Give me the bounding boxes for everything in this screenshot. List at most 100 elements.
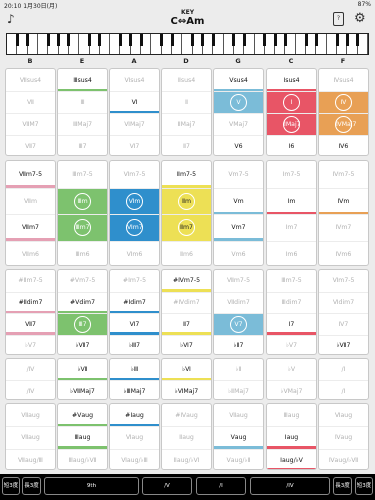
chord-button[interactable]: #Ⅰdim7 [110, 291, 159, 313]
chord-button[interactable]: Ⅴ7 [214, 313, 263, 335]
chord-button[interactable]: Ⅶ [6, 91, 55, 113]
piano-black-key[interactable] [263, 34, 267, 46]
chord-button[interactable]: Ⅱ [162, 91, 211, 113]
chord-button[interactable]: Vm6 [214, 240, 263, 266]
chord-cell-secondary[interactable]: #Ⅰm7-5 #Ⅰdim7 Ⅵ7 ♭Ⅲ7 [109, 269, 160, 355]
chord-button[interactable]: ♭Ⅴ7 [6, 334, 55, 355]
chord-button[interactable]: Ⅶaug [6, 404, 55, 426]
chord-button[interactable]: ⅠMaj7 [267, 113, 316, 135]
chord-button[interactable]: #Ⅴdim7 [58, 291, 107, 313]
piano-black-key[interactable] [67, 34, 71, 46]
chord-cell-minor[interactable]: Ⅳm7-5 Ⅳm Ⅳm7 Ⅳm6 [318, 160, 369, 266]
chord-cell-secondary[interactable]: Ⅶm7-5 Ⅶdim7 Ⅴ7 ♭Ⅱ7 [213, 269, 264, 355]
chord-button[interactable]: V [214, 91, 263, 113]
chord-button[interactable]: Ⅵ7 [110, 135, 159, 155]
chord-button[interactable]: ⅦM7 [6, 113, 55, 135]
chord-button[interactable]: Ⅰm [267, 187, 316, 214]
piano-black-key[interactable] [26, 34, 30, 46]
chord-button[interactable]: #Ⅳdim7 [162, 291, 211, 314]
chord-button[interactable]: #Ⅳm7-5 [162, 270, 211, 292]
chord-button[interactable]: Ⅰ [267, 91, 316, 113]
bottom-button[interactable]: 短3度 [355, 477, 373, 495]
chord-cell-borrowed[interactable]: ♭Ⅲ ♭ⅢMaj7 [109, 358, 160, 400]
chord-button[interactable]: Ⅳaug [319, 426, 368, 448]
chord-button[interactable]: ♭Ⅶ7 [58, 334, 107, 354]
piano-keyboard[interactable] [6, 33, 369, 55]
piano-black-key[interactable] [170, 34, 174, 46]
chord-button[interactable]: Ⅶ7 [6, 135, 55, 155]
chord-button[interactable]: Vm7-5 [214, 161, 263, 188]
bottom-button[interactable]: /IV [250, 477, 330, 495]
chord-button[interactable]: ♭ⅥMaj7 [162, 380, 211, 399]
chord-button[interactable]: Ⅵdim7 [319, 291, 368, 314]
chord-button[interactable]: Ⅲaug [267, 404, 316, 426]
chord-button[interactable]: Ⅰm6 [267, 240, 316, 266]
bottom-button[interactable]: 長3度 [22, 477, 41, 495]
chord-button[interactable]: Ⅶaug [214, 404, 263, 426]
chord-button[interactable]: VMaj7 [214, 113, 263, 135]
chord-cell-diatonic-major[interactable]: Ⅲsus4 Ⅲ ⅢMaj7 Ⅲ7 [57, 68, 108, 156]
chord-button[interactable]: ♭ⅢMaj7 [110, 380, 159, 399]
chord-button[interactable]: Ⅱm7 [162, 214, 211, 241]
chord-button[interactable]: Ⅱsus4 [162, 69, 211, 91]
piano-black-key[interactable] [273, 34, 277, 46]
chord-cell-borrowed[interactable]: /Ⅰ/Ⅰ [318, 358, 369, 400]
chord-button[interactable]: ♭Ⅶ [58, 359, 107, 380]
piano-black-key[interactable] [232, 34, 236, 46]
piano-black-key[interactable] [335, 34, 339, 46]
chord-button[interactable]: ⅡMaj7 [162, 113, 211, 135]
piano-black-key[interactable] [88, 34, 91, 46]
piano-white-key[interactable] [100, 34, 111, 54]
chord-button[interactable]: Ⅳ6 [319, 135, 368, 155]
piano-black-key[interactable] [191, 34, 195, 46]
chord-button[interactable]: Ⅲm7-5 [58, 161, 107, 188]
chord-button[interactable]: Ⅶdim7 [214, 291, 263, 314]
piano-black-key[interactable] [15, 34, 19, 46]
chord-button[interactable]: Ⅳ [319, 91, 368, 113]
chord-cell-minor[interactable]: Vm7-5 Vm Vm7 Vm6 [213, 160, 264, 266]
chord-button[interactable]: Ⅳm7 [319, 214, 368, 241]
chord-button[interactable]: Ⅶaug [6, 426, 55, 448]
chord-button[interactable]: Ⅵm7-5 [110, 161, 159, 188]
chord-button[interactable]: ♭Ⅵ [162, 359, 211, 380]
chord-button[interactable]: ♭Ⅵ7 [162, 334, 211, 354]
chord-button[interactable]: Ⅲsus4 [58, 69, 107, 91]
chord-button[interactable]: Ⅴaug [214, 426, 263, 449]
chord-button[interactable]: Ⅶm7-5 [214, 270, 263, 292]
chord-button[interactable]: #Ⅱdim7 [6, 291, 55, 313]
chord-button[interactable]: Ⅲaug/♭Ⅶ [58, 448, 107, 469]
chord-button[interactable]: Ⅵ7 [110, 313, 159, 335]
chord-button[interactable]: Ⅰ6 [267, 135, 316, 155]
chord-button[interactable]: Ⅲm [58, 187, 107, 214]
chord-button[interactable]: ♭ⅡMaj7 [214, 380, 263, 399]
chord-cell-borrowed[interactable]: ♭Ⅶ ♭ⅦMaj7 [57, 358, 108, 400]
piano-white-key[interactable] [141, 34, 152, 54]
chord-cell-diatonic-major[interactable]: Ⅶsus4 Ⅶ ⅦM7 Ⅶ7 [5, 68, 56, 156]
chord-cell-augmented[interactable]: Ⅶaug Ⅶaug Ⅶaug/Ⅲ [5, 403, 56, 470]
chord-button[interactable]: Ⅳ7 [319, 313, 368, 335]
chord-cell-borrowed[interactable]: ♭Ⅵ ♭ⅥMaj7 [161, 358, 212, 400]
chord-button[interactable]: Ⅵaug [319, 404, 368, 426]
chord-button[interactable]: #Ⅴm7-5 [58, 270, 107, 292]
chord-cell-diatonic-major[interactable]: Ⅱsus4 Ⅱ ⅡMaj7 Ⅱ7 [161, 68, 212, 156]
piano-black-key[interactable] [139, 34, 143, 46]
chord-button[interactable]: Ⅳsus4 [319, 69, 368, 91]
chord-button[interactable]: Ⅰaug/♭Ⅴ [267, 448, 316, 469]
chord-button[interactable]: Ⅵm7 [110, 214, 159, 241]
chord-button[interactable]: Ⅰm7-5 [267, 161, 316, 188]
chord-cell-minor[interactable]: Ⅵm7-5 Ⅵm Ⅵm7 Ⅵm6 [109, 160, 160, 266]
bottom-button[interactable]: 短3度 [2, 477, 20, 495]
chord-button[interactable]: Vm7 [214, 214, 263, 241]
chord-button[interactable]: Ⅲdim7 [267, 291, 316, 314]
chord-button[interactable]: Vsus4 [214, 69, 263, 91]
chord-button[interactable]: Ⅶaug/Ⅲ [6, 448, 55, 469]
piano-black-key[interactable] [98, 34, 102, 46]
chord-button[interactable]: Ⅰm7 [267, 214, 316, 241]
piano-black-key[interactable] [283, 34, 287, 46]
piano-black-key[interactable] [46, 34, 50, 46]
chord-button[interactable]: Ⅱm7-5 [162, 161, 211, 188]
chord-button[interactable]: Ⅱ7 [162, 135, 211, 155]
chord-button[interactable]: ⅢMaj7 [58, 113, 107, 135]
chord-button[interactable]: Ⅵm [110, 187, 159, 214]
piano-black-key[interactable] [201, 34, 205, 46]
